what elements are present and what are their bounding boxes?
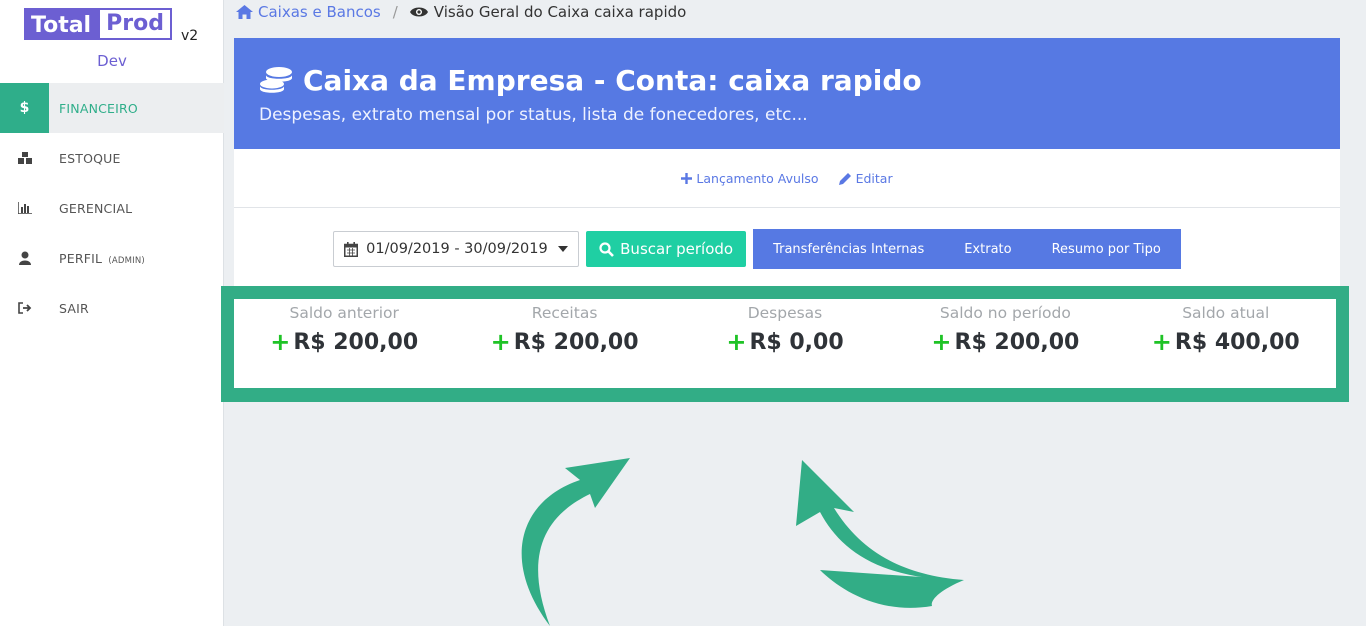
curved-arrow-right bbox=[796, 460, 964, 608]
page-title-text: Caixa da Empresa - Conta: caixa rapido bbox=[303, 64, 922, 97]
sidebar-nav: $ FINANCEIRO ESTOQUE GERENCIAL PERFIL (A… bbox=[0, 83, 224, 333]
summary-saldo-anterior: Saldo anterior + R$ 200,00 bbox=[234, 299, 454, 388]
summary-value: + R$ 200,00 bbox=[490, 328, 639, 356]
user-icon bbox=[0, 233, 49, 283]
sidebar-item-label: GERENCIAL bbox=[59, 200, 133, 216]
admin-tag: (ADMIN) bbox=[108, 255, 145, 266]
lancamento-avulso-label: Lançamento Avulso bbox=[696, 170, 819, 186]
breadcrumb-current-label: Visão Geral do Caixa caixa rapido bbox=[433, 3, 687, 21]
plus-icon bbox=[681, 172, 693, 184]
sidebar-item-sair[interactable]: SAIR bbox=[0, 283, 224, 333]
curved-arrow-left bbox=[521, 458, 630, 626]
plus-icon: + bbox=[1151, 328, 1172, 356]
sidebar-item-label: SAIR bbox=[59, 300, 89, 316]
page-subtitle: Despesas, extrato mensal por status, lis… bbox=[259, 105, 808, 125]
summary-saldo-no-periodo: Saldo no período + R$ 200,00 bbox=[895, 299, 1115, 388]
editar-label: Editar bbox=[855, 170, 893, 186]
sidebar-item-perfil[interactable]: PERFIL (ADMIN) bbox=[0, 233, 224, 283]
summary-value: + R$ 0,00 bbox=[726, 328, 844, 356]
transferencias-internas-button[interactable]: Transferências Internas bbox=[753, 229, 944, 269]
annotation-arrows bbox=[521, 458, 964, 626]
breadcrumb-home-link[interactable]: Caixas e Bancos bbox=[236, 3, 381, 21]
sidebar-item-estoque[interactable]: ESTOQUE bbox=[0, 133, 224, 183]
home-icon bbox=[236, 5, 253, 19]
summary-value: + R$ 400,00 bbox=[1151, 328, 1300, 356]
summary-value: + R$ 200,00 bbox=[931, 328, 1080, 356]
search-icon bbox=[599, 241, 615, 257]
sign-out-icon bbox=[0, 283, 49, 333]
breadcrumb-current: Visão Geral do Caixa caixa rapido bbox=[409, 3, 687, 21]
summary-label: Despesas bbox=[747, 304, 823, 322]
plus-icon: + bbox=[490, 328, 511, 356]
dollar-icon: $ bbox=[0, 83, 49, 133]
logo-prod-text: Prod bbox=[98, 8, 172, 40]
summary-label: Saldo anterior bbox=[289, 304, 399, 322]
bar-chart-icon bbox=[0, 183, 49, 233]
date-range-picker[interactable]: 01/09/2019 - 30/09/2019 bbox=[333, 231, 580, 267]
resumo-por-tipo-button[interactable]: Resumo por Tipo bbox=[1032, 229, 1181, 269]
date-range-value: 01/09/2019 - 30/09/2019 bbox=[366, 241, 548, 257]
extrato-button[interactable]: Extrato bbox=[944, 229, 1031, 269]
sidebar-item-label: FINANCEIRO bbox=[59, 100, 138, 116]
summary-despesas: Despesas + R$ 0,00 bbox=[675, 299, 895, 388]
logo-version: v2 bbox=[181, 28, 199, 44]
summary-receitas: Receitas + R$ 200,00 bbox=[454, 299, 674, 388]
buscar-periodo-button[interactable]: Buscar período bbox=[586, 231, 747, 267]
calendar-icon bbox=[344, 241, 359, 257]
sidebar-item-gerencial[interactable]: GERENCIAL bbox=[0, 183, 224, 233]
eye-icon bbox=[409, 7, 428, 17]
plus-icon: + bbox=[931, 328, 952, 356]
pencil-icon bbox=[838, 172, 851, 185]
breadcrumb: Caixas e Bancos / Visão Geral do Caixa c… bbox=[236, 0, 686, 24]
summary-label: Saldo no período bbox=[939, 304, 1071, 322]
breadcrumb-home-label: Caixas e Bancos bbox=[258, 3, 381, 21]
sidebar-item-label: ESTOQUE bbox=[59, 150, 121, 166]
plus-icon: + bbox=[726, 328, 747, 356]
summary-value: + R$ 200,00 bbox=[270, 328, 419, 356]
summary-saldo-atual: Saldo atual + R$ 400,00 bbox=[1116, 299, 1336, 388]
summary-label: Saldo atual bbox=[1182, 304, 1270, 322]
summary-label: Receitas bbox=[531, 304, 598, 322]
editar-link[interactable]: Editar bbox=[838, 170, 893, 186]
page-header: Caixa da Empresa - Conta: caixa rapido D… bbox=[234, 38, 1340, 149]
actions-row: Lançamento Avulso Editar bbox=[234, 149, 1340, 208]
balance-summary: Saldo anterior + R$ 200,00 Receitas + R$ 2… bbox=[234, 299, 1336, 388]
environment-label: Dev bbox=[97, 52, 127, 70]
buscar-periodo-label: Buscar período bbox=[620, 240, 734, 258]
action-panel: Lançamento Avulso Editar 01/09/2019 - 30… bbox=[234, 149, 1340, 286]
summary-highlight: Saldo anterior + R$ 200,00 Receitas + R$ 2… bbox=[221, 286, 1349, 402]
boxes-icon bbox=[0, 133, 49, 183]
logo[interactable]: Total Prod bbox=[24, 8, 172, 40]
filter-row: 01/09/2019 - 30/09/2019 Buscar período T… bbox=[234, 229, 1340, 269]
breadcrumb-separator: / bbox=[392, 3, 398, 21]
sidebar-item-financeiro[interactable]: $ FINANCEIRO bbox=[0, 83, 224, 133]
coins-icon bbox=[260, 66, 292, 93]
sidebar-item-label: PERFIL (ADMIN) bbox=[59, 250, 145, 266]
plus-icon: + bbox=[270, 328, 291, 356]
sidebar: Total Prod v2 Dev $ FINANCEIRO ESTOQUE G… bbox=[0, 0, 224, 626]
page-title: Caixa da Empresa - Conta: caixa rapido bbox=[259, 64, 922, 97]
lancamento-avulso-link[interactable]: Lançamento Avulso bbox=[681, 170, 819, 186]
caret-down-icon bbox=[558, 246, 569, 252]
logo-total-text: Total bbox=[24, 8, 99, 40]
view-button-group: Transferências Internas Extrato Resumo p… bbox=[753, 229, 1181, 269]
